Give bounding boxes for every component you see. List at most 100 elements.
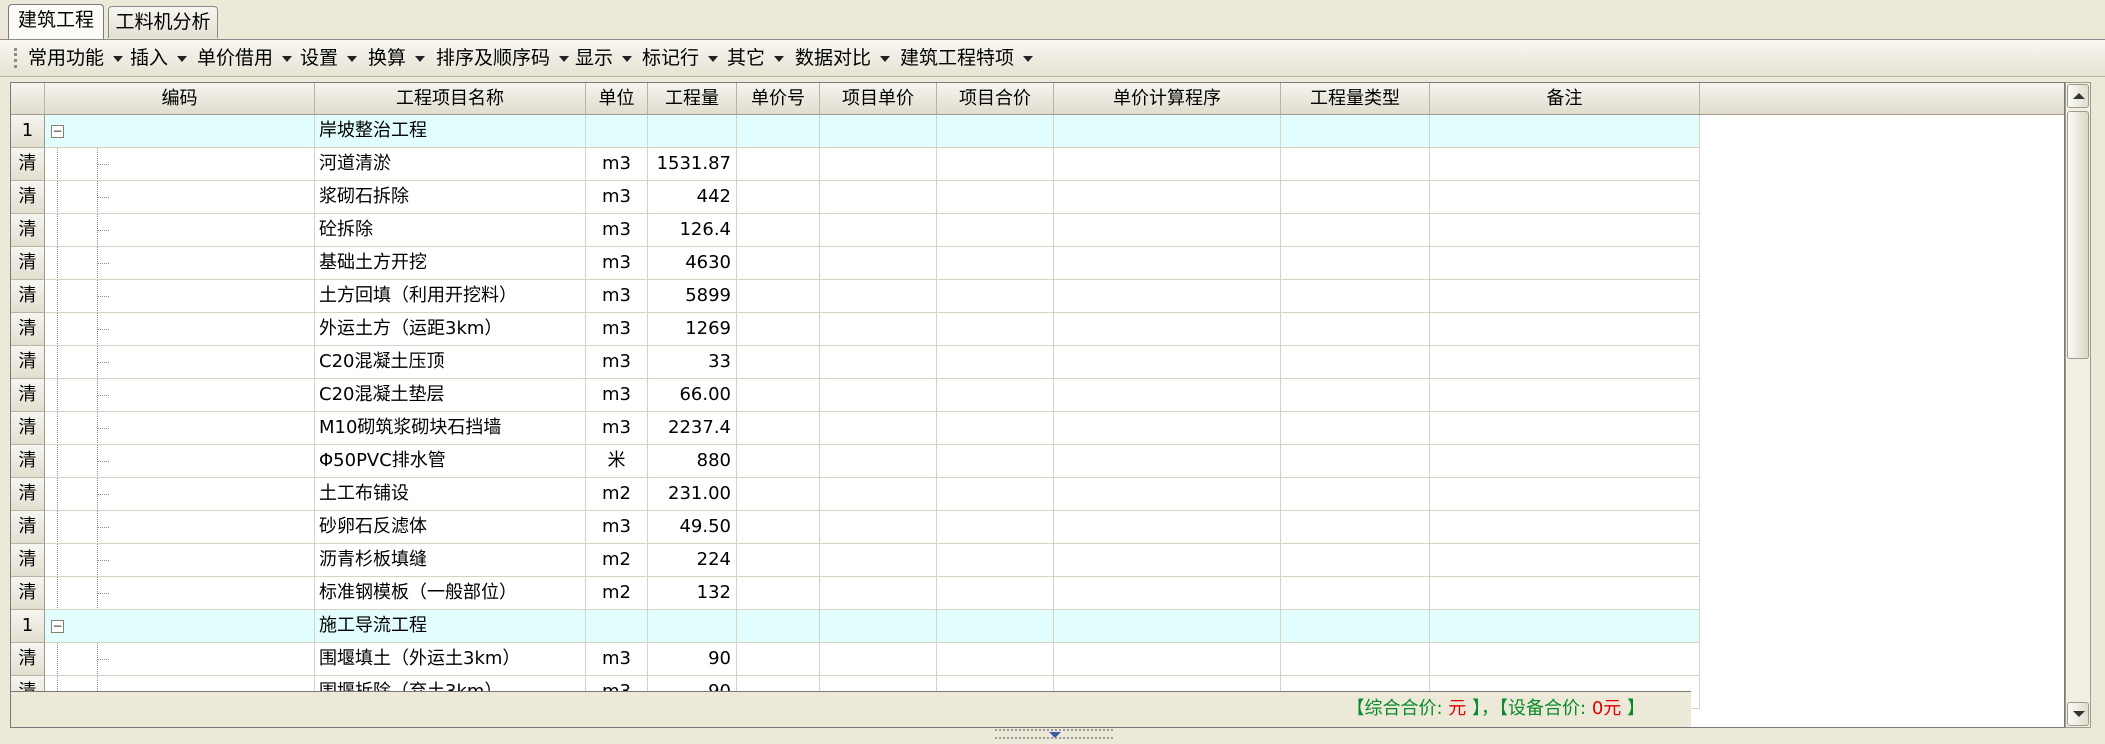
cell-remarks[interactable] (1430, 445, 1700, 478)
table-row[interactable]: 清 砼拆除 m3 126.4 (11, 214, 1700, 247)
collapse-arrow-icon[interactable] (1049, 732, 1061, 738)
cell-remarks[interactable] (1430, 181, 1700, 214)
cell-unit-price[interactable] (820, 610, 937, 643)
cell-code[interactable] (45, 478, 315, 511)
cell-total-price[interactable] (937, 577, 1054, 610)
cell-remarks[interactable] (1430, 346, 1700, 379)
row-marker[interactable]: 清 (11, 313, 45, 346)
row-marker[interactable]: 清 (11, 511, 45, 544)
cell-quantity[interactable]: 880 (648, 445, 737, 478)
group-row[interactable]: 1− 施工导流工程 (11, 610, 1700, 643)
cell-quantity[interactable] (648, 610, 737, 643)
cell-code[interactable] (45, 412, 315, 445)
cell-unit-price[interactable] (820, 280, 937, 313)
menu-building-special[interactable]: 建筑工程特项 (900, 40, 1034, 76)
cell-unit[interactable]: m3 (586, 214, 648, 247)
cell-code[interactable] (45, 577, 315, 610)
cell-unit[interactable]: m3 (586, 346, 648, 379)
cell-price-no[interactable] (737, 148, 820, 181)
column-header-item-name[interactable]: 工程项目名称 (315, 83, 586, 115)
cell-quantity-type[interactable] (1281, 148, 1430, 181)
cell-calc-procedure[interactable] (1054, 412, 1281, 445)
column-header-quantity[interactable]: 工程量 (648, 83, 737, 115)
cell-calc-procedure[interactable] (1054, 445, 1281, 478)
cell-remarks[interactable] (1430, 280, 1700, 313)
cell-unit[interactable]: m3 (586, 313, 648, 346)
cell-price-no[interactable] (737, 412, 820, 445)
cell-code[interactable] (45, 313, 315, 346)
column-header-quantity-type[interactable]: 工程量类型 (1281, 83, 1430, 115)
cell-total-price[interactable] (937, 412, 1054, 445)
cell-unit[interactable]: m3 (586, 280, 648, 313)
cell-item-name[interactable]: 土方回填（利用开挖料） (315, 280, 586, 313)
cell-remarks[interactable] (1430, 115, 1700, 148)
cell-remarks[interactable] (1430, 610, 1700, 643)
row-marker[interactable]: 清 (11, 445, 45, 478)
cell-item-name[interactable]: Φ50PVC排水管 (315, 445, 586, 478)
cell-code[interactable]: − (45, 115, 315, 148)
cell-item-name[interactable]: 标准钢模板（一般部位） (315, 577, 586, 610)
cell-item-name[interactable]: M10砌筑浆砌块石挡墙 (315, 412, 586, 445)
cell-price-no[interactable] (737, 115, 820, 148)
cell-unit[interactable]: m3 (586, 412, 648, 445)
cell-unit-price[interactable] (820, 214, 937, 247)
table-row[interactable]: 清 标准钢模板（一般部位） m2 132 (11, 577, 1700, 610)
tab-building-works[interactable]: 建筑工程 (8, 4, 104, 40)
cell-item-name[interactable]: 土工布铺设 (315, 478, 586, 511)
cell-code[interactable]: − (45, 610, 315, 643)
cell-quantity-type[interactable] (1281, 379, 1430, 412)
cell-unit[interactable]: m2 (586, 577, 648, 610)
menu-conversion[interactable]: 换算 (368, 40, 426, 76)
table-row[interactable]: 清 C20混凝土垫层 m3 66.00 (11, 379, 1700, 412)
cell-calc-procedure[interactable] (1054, 577, 1281, 610)
cell-quantity-type[interactable] (1281, 478, 1430, 511)
table-row[interactable]: 清 砂卵石反滤体 m3 49.50 (11, 511, 1700, 544)
cell-quantity[interactable]: 132 (648, 577, 737, 610)
cell-price-no[interactable] (737, 379, 820, 412)
table-row[interactable]: 清 沥青杉板填缝 m2 224 (11, 544, 1700, 577)
cell-total-price[interactable] (937, 478, 1054, 511)
side-panel-edge[interactable] (2091, 82, 2105, 728)
cell-code[interactable] (45, 445, 315, 478)
row-marker[interactable]: 清 (11, 247, 45, 280)
cell-quantity[interactable]: 224 (648, 544, 737, 577)
cell-remarks[interactable] (1430, 379, 1700, 412)
cell-total-price[interactable] (937, 313, 1054, 346)
cell-price-no[interactable] (737, 511, 820, 544)
menu-data-compare[interactable]: 数据对比 (795, 40, 891, 76)
cell-calc-procedure[interactable] (1054, 148, 1281, 181)
cell-remarks[interactable] (1430, 577, 1700, 610)
row-marker[interactable]: 清 (11, 577, 45, 610)
group-row[interactable]: 1− 岸坡整治工程 (11, 115, 1700, 148)
cell-quantity[interactable]: 2237.4 (648, 412, 737, 445)
cell-unit[interactable]: m3 (586, 379, 648, 412)
cell-item-name[interactable]: 基础土方开挖 (315, 247, 586, 280)
cell-total-price[interactable] (937, 643, 1054, 676)
cell-unit-price[interactable] (820, 577, 937, 610)
cell-unit-price[interactable] (820, 511, 937, 544)
cell-quantity-type[interactable] (1281, 643, 1430, 676)
row-marker[interactable]: 清 (11, 280, 45, 313)
cell-unit[interactable]: m2 (586, 478, 648, 511)
row-marker[interactable]: 清 (11, 643, 45, 676)
column-header-unit-price[interactable]: 项目单价 (820, 83, 937, 115)
cell-total-price[interactable] (937, 115, 1054, 148)
cell-remarks[interactable] (1430, 511, 1700, 544)
cell-code[interactable] (45, 643, 315, 676)
cell-price-no[interactable] (737, 577, 820, 610)
cell-price-no[interactable] (737, 346, 820, 379)
cell-unit[interactable]: m3 (586, 148, 648, 181)
cell-calc-procedure[interactable] (1054, 313, 1281, 346)
cell-item-name[interactable]: 河道清淤 (315, 148, 586, 181)
cell-total-price[interactable] (937, 610, 1054, 643)
cell-quantity[interactable]: 1531.87 (648, 148, 737, 181)
table-row[interactable]: 清 土方回填（利用开挖料） m3 5899 (11, 280, 1700, 313)
cell-calc-procedure[interactable] (1054, 478, 1281, 511)
cell-quantity-type[interactable] (1281, 346, 1430, 379)
cell-quantity[interactable]: 1269 (648, 313, 737, 346)
cell-remarks[interactable] (1430, 214, 1700, 247)
cell-unit-price[interactable] (820, 313, 937, 346)
cell-code[interactable] (45, 544, 315, 577)
cell-unit[interactable]: m3 (586, 247, 648, 280)
cell-price-no[interactable] (737, 445, 820, 478)
